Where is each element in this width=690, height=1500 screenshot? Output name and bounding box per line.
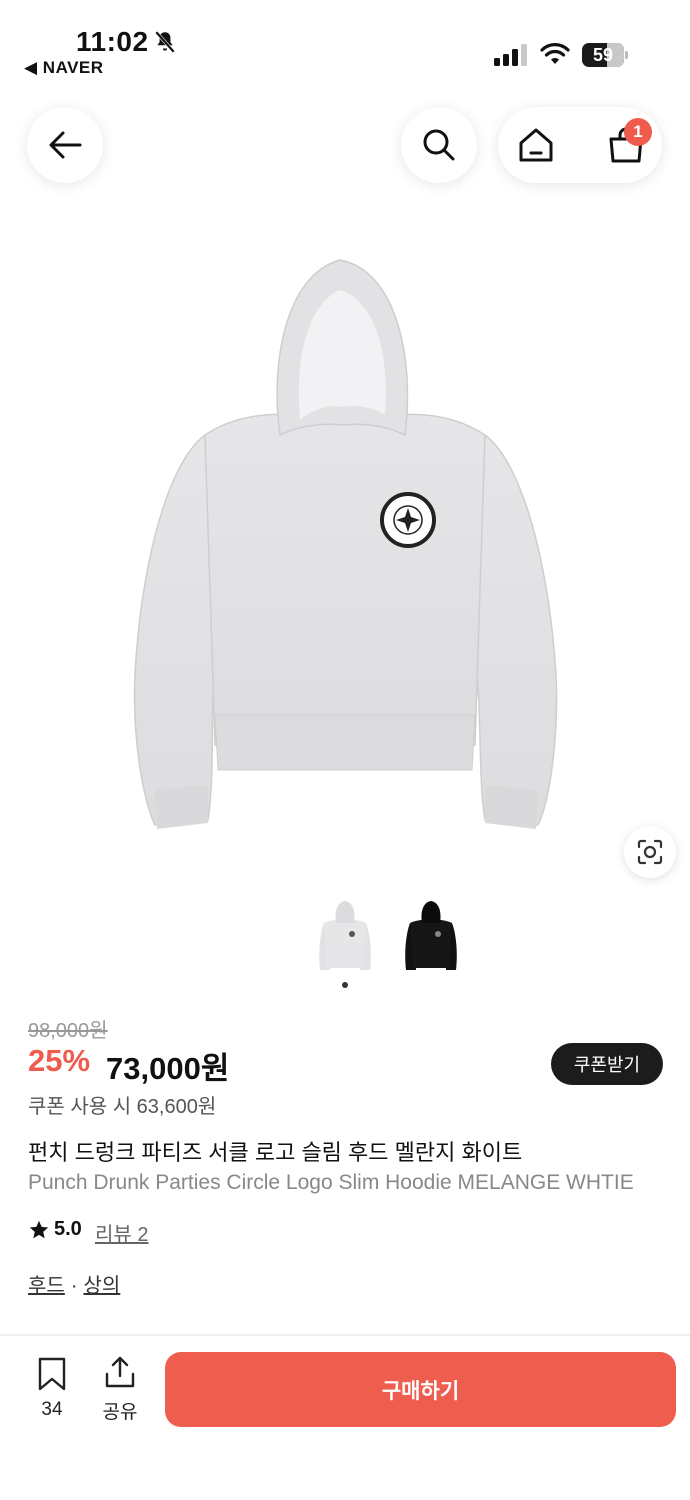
cart-count-badge: 1 bbox=[624, 118, 652, 146]
thumbnail-black[interactable] bbox=[398, 898, 464, 974]
share-label: 공유 bbox=[102, 1402, 138, 1423]
search-icon bbox=[423, 129, 455, 161]
battery-icon: 59 bbox=[582, 43, 628, 67]
get-coupon-button[interactable]: 쿠폰받기 bbox=[551, 1043, 663, 1085]
buy-button[interactable]: 구매하기 bbox=[165, 1352, 676, 1427]
bookmark-count: 34 bbox=[41, 1399, 63, 1420]
share-button[interactable]: 공유 bbox=[96, 1354, 144, 1424]
search-button[interactable] bbox=[401, 107, 477, 183]
back-button[interactable] bbox=[27, 107, 103, 183]
visual-search-icon bbox=[637, 839, 663, 865]
category-top-link[interactable]: 상의 bbox=[83, 1275, 120, 1297]
category-separator: · bbox=[70, 1275, 78, 1297]
product-image[interactable] bbox=[110, 245, 580, 845]
original-price: 98,000원 bbox=[28, 1020, 108, 1042]
bell-slash-icon bbox=[155, 31, 175, 53]
product-title-english: Punch Drunk Parties Circle Logo Slim Hoo… bbox=[28, 1171, 634, 1194]
bookmark-icon bbox=[38, 1357, 66, 1391]
header-actions: 1 bbox=[498, 107, 662, 183]
star-icon bbox=[29, 1220, 49, 1238]
review-link[interactable]: 리뷰 2 bbox=[95, 1218, 148, 1247]
image-page-indicator bbox=[342, 982, 348, 988]
coupon-price: 쿠폰 사용 시 63,600원 bbox=[28, 1096, 217, 1118]
wifi-icon bbox=[540, 43, 570, 64]
product-title-korean: 펀치 드렁크 파티즈 서클 로고 슬림 후드 멜란지 화이트 bbox=[28, 1140, 523, 1165]
visual-search-button[interactable] bbox=[624, 826, 676, 878]
rating-value: 5.0 bbox=[54, 1218, 82, 1240]
bottom-action-bar: 34 공유 구매하기 bbox=[0, 1336, 690, 1500]
back-to-app-link[interactable]: ◀ NAVER bbox=[24, 58, 104, 78]
category-hood-link[interactable]: 후드 bbox=[28, 1275, 65, 1297]
discount-rate: 25% bbox=[28, 1043, 91, 1078]
sale-price: 73,000원 bbox=[106, 1051, 230, 1086]
battery-level: 59 bbox=[592, 45, 614, 65]
thumbnail-white[interactable] bbox=[312, 898, 378, 974]
arrow-left-icon bbox=[49, 131, 82, 159]
status-bar: 11:02 ◀ NAVER 59 bbox=[0, 0, 690, 90]
status-time: 11:02 bbox=[76, 26, 149, 57]
rating: 5.0 bbox=[28, 1218, 82, 1241]
bookmark-button[interactable]: 34 bbox=[30, 1356, 74, 1421]
circle-logo bbox=[380, 492, 436, 548]
share-icon bbox=[105, 1356, 135, 1388]
home-icon[interactable] bbox=[516, 125, 556, 165]
category-breadcrumb: 후드 · 상의 bbox=[28, 1269, 120, 1298]
signal-icon bbox=[494, 44, 527, 66]
